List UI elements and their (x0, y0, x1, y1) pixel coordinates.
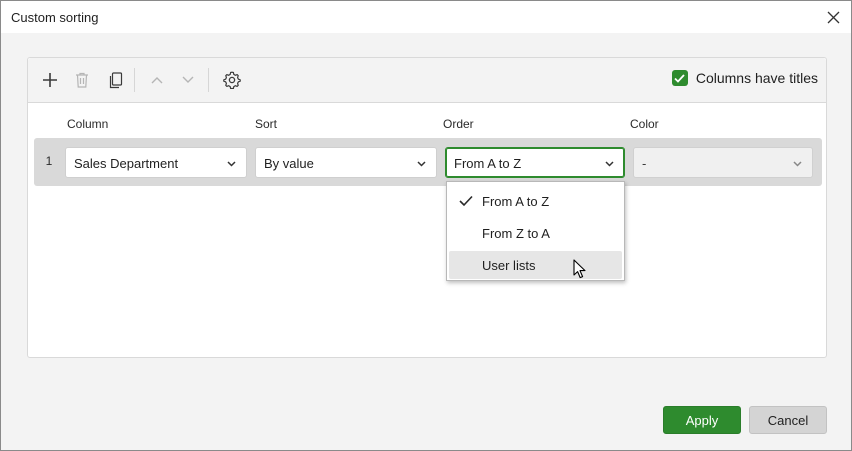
order-option-a-to-z[interactable]: From A to Z (449, 187, 622, 215)
order-option-label: User lists (482, 258, 536, 273)
add-level-button[interactable] (37, 67, 63, 93)
delete-level-button[interactable] (69, 67, 95, 93)
checkbox-checked-icon (671, 70, 688, 86)
chevron-down-icon (793, 161, 802, 167)
order-option-z-to-a[interactable]: From Z to A (449, 219, 622, 247)
copy-icon (109, 71, 122, 88)
column-header-column: Column (67, 117, 109, 131)
toolbar-separator (208, 68, 209, 92)
order-select-value: From A to Z (454, 156, 522, 171)
apply-button[interactable]: Apply (663, 406, 741, 434)
order-option-label: From A to Z (482, 194, 550, 209)
cancel-button[interactable]: Cancel (749, 406, 827, 434)
color-select[interactable]: - (633, 147, 813, 178)
close-button[interactable] (821, 5, 845, 29)
columns-have-titles-checkbox[interactable]: Columns have titles (671, 68, 818, 88)
column-header-order: Order (443, 117, 474, 131)
column-header-sort: Sort (255, 117, 278, 131)
custom-sorting-dialog: Custom sorting Columns have titles Colum… (0, 0, 852, 451)
sort-select[interactable]: By value (255, 147, 437, 178)
order-option-label: From Z to A (482, 226, 550, 241)
columns-have-titles-label: Columns have titles (695, 70, 818, 86)
sort-levels-panel: Columns have titles Column Sort Order Co… (27, 57, 827, 358)
gear-icon (223, 71, 241, 89)
dialog-title: Custom sorting (11, 10, 99, 25)
arrow-up-icon (151, 77, 163, 84)
close-icon (827, 11, 839, 23)
color-select-value: - (642, 156, 647, 171)
plus-icon (43, 73, 57, 87)
move-up-button[interactable] (144, 67, 170, 93)
toolbar-separator (134, 68, 135, 92)
sort-level-row[interactable]: 1 Sales Department By value From A to Z (34, 138, 822, 186)
checkmark-icon (459, 195, 473, 207)
order-select[interactable]: From A to Z (445, 147, 625, 178)
chevron-down-icon (605, 161, 614, 167)
copy-level-button[interactable] (102, 67, 128, 93)
chevron-down-icon (417, 161, 426, 167)
order-dropdown-menu: From A to Z From Z to A User lists (446, 181, 625, 281)
sort-select-value: By value (264, 156, 314, 171)
column-select-value: Sales Department (74, 156, 179, 171)
arrow-down-icon (182, 76, 194, 83)
options-button[interactable] (219, 67, 245, 93)
column-header-color: Color (630, 117, 659, 131)
move-down-button[interactable] (175, 67, 201, 93)
toolbar: Columns have titles (28, 58, 826, 103)
column-select[interactable]: Sales Department (65, 147, 247, 178)
trash-icon (76, 72, 88, 88)
chevron-down-icon (227, 161, 236, 167)
row-number: 1 (45, 154, 53, 168)
order-option-user-lists[interactable]: User lists (449, 251, 622, 279)
title-bar: Custom sorting (1, 1, 851, 33)
